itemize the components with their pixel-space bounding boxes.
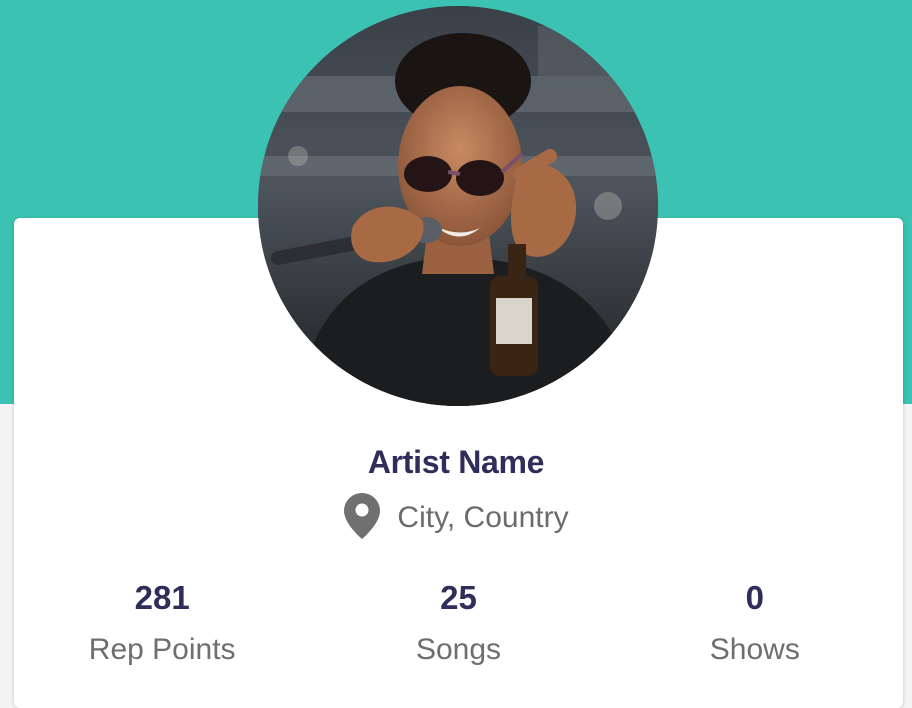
artist-name: Artist Name	[367, 444, 545, 480]
stat-label: Shows	[709, 633, 800, 666]
artist-avatar[interactable]	[258, 6, 658, 406]
map-pin-icon	[343, 492, 381, 545]
stat-value: 281	[134, 579, 190, 616]
stat-songs[interactable]: 25 Songs	[310, 578, 606, 670]
stats-row: 281 Rep Points 25 Songs 0 Shows	[14, 578, 903, 670]
artist-location: City, Country	[0, 492, 912, 545]
stat-value: 25	[440, 579, 477, 616]
location-label: City, Country	[397, 501, 569, 534]
stat-label: Rep Points	[88, 633, 236, 666]
artist-photo	[258, 6, 658, 406]
stat-label: Songs	[415, 633, 502, 666]
stat-value: 0	[745, 579, 764, 616]
stat-shows[interactable]: 0 Shows	[607, 578, 903, 670]
stat-rep-points[interactable]: 281 Rep Points	[14, 578, 310, 670]
